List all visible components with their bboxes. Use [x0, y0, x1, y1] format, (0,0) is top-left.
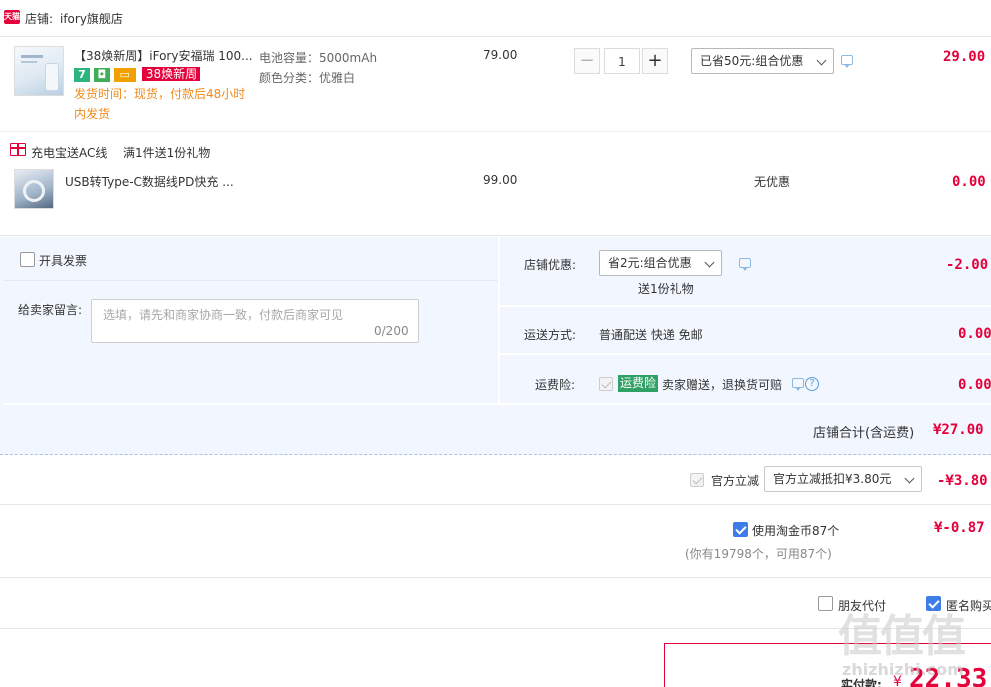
help-icon[interactable]: ?	[805, 377, 819, 391]
invoice-label: 开具发票	[39, 254, 88, 268]
order-options-panel: 开具发票 给卖家留言: 选填，请先和商家协商一致，付款后商家可见 0/200 店…	[0, 237, 991, 455]
gift-product-thumbnail[interactable]	[14, 169, 54, 209]
insurance-checkbox[interactable]	[599, 377, 613, 391]
shop-label: 店铺:	[25, 12, 54, 26]
official-discount-row: 官方立减 官方立减抵扣¥3.80元 -¥3.80	[0, 457, 991, 505]
badge-credit-card-icon: ▭	[113, 68, 136, 82]
coins-checkbox[interactable]	[733, 522, 748, 537]
message-textarea[interactable]: 选填，请先和商家协商一致，付款后商家可见 0/200	[91, 299, 419, 343]
message-counter: 0/200	[374, 324, 409, 338]
shop-total-section: 店铺合计(含运费) ¥27.00	[4, 403, 991, 455]
gift-item-row: USB转Type-C数据线PD快充 ... 99.00 无优惠 0.00	[0, 160, 991, 236]
official-discount-select[interactable]: 官方立减抵扣¥3.80元	[764, 466, 922, 492]
shipping-time-note-cont: 内发货	[74, 107, 111, 121]
shop-discount-label: 店铺优惠:	[524, 258, 577, 272]
invoice-checkbox[interactable]	[20, 252, 35, 267]
gift-unit-price: 99.00	[483, 173, 518, 187]
sku-color: 颜色分类：优雅白	[259, 71, 356, 85]
unit-price: 79.00	[483, 48, 518, 62]
checkout-page: 天猫 店铺: ifory旗舰店 【38焕新周】iFory安福瑞 100... 7…	[0, 0, 991, 687]
tmall-logo-icon: 天猫	[4, 10, 20, 24]
coins-note: (你有19798个，可用87个)	[685, 547, 832, 561]
sku-capacity: 电池容量：5000mAh	[259, 51, 378, 65]
gift-rule: 满1件送1份礼物	[123, 146, 211, 160]
chevron-down-icon	[904, 473, 915, 484]
shop-header: 天猫 店铺: ifory旗舰店	[0, 0, 991, 36]
shop-discount-select-value: 省2元:组合优惠	[608, 256, 692, 270]
badge-promo: 38焕新周	[142, 67, 201, 81]
badge-warranty-icon: ◘	[93, 68, 110, 82]
qty-decrease-button[interactable]: −	[574, 48, 600, 74]
item-subtotal: 29.00	[943, 49, 986, 65]
product-title-link[interactable]: 【38焕新周】iFory安福瑞 100...	[74, 47, 253, 64]
watermark-logo: 值值值	[838, 611, 966, 662]
insurance-desc: 卖家赠送，退换货可赔	[662, 378, 783, 392]
qty-input[interactable]: 1	[604, 48, 640, 74]
chevron-down-icon	[816, 55, 827, 66]
insurance-label: 运费险:	[535, 378, 576, 392]
gift-label: 充电宝送AC线	[31, 146, 108, 160]
coins-label: 使用淘金币87个	[752, 524, 840, 538]
chevron-down-icon	[704, 257, 715, 268]
official-discount-select-value: 官方立减抵扣¥3.80元	[773, 472, 892, 486]
gift-discount-text: 无优惠	[754, 175, 791, 189]
gift-icon	[10, 143, 26, 156]
product-badges: 7 ◘ ▭ 38焕新周	[74, 67, 201, 83]
shipping-time-note: 发货时间：现货，付款后48小时	[74, 87, 246, 101]
watermark-text: zhizhizhi.com	[842, 660, 964, 679]
badge-7day-return: 7	[74, 68, 90, 82]
message-label: 给卖家留言:	[18, 303, 83, 317]
shipping-label: 运送方式:	[524, 328, 577, 342]
insurance-amount: 0.00	[958, 377, 991, 393]
official-discount-label: 官方立减	[711, 474, 760, 488]
friend-pay-checkbox[interactable]	[818, 596, 833, 611]
gift-subtotal: 0.00	[952, 174, 986, 190]
message-icon[interactable]	[739, 258, 751, 271]
shop-discount-select[interactable]: 省2元:组合优惠	[599, 250, 722, 276]
shipping-method: 普通配送 快递 免邮	[599, 328, 703, 342]
shop-discount-amount: -2.00	[946, 257, 989, 273]
product-thumbnail[interactable]	[14, 46, 64, 96]
insurance-tag: 运费险	[618, 375, 659, 392]
coins-row: 使用淘金币87个 (你有19798个，可用87个) ¥-0.87	[0, 506, 991, 578]
shop-discount-section: 店铺优惠: 省2元:组合优惠 送1份礼物 -2.00	[500, 237, 991, 307]
gift-row: 充电宝送AC线 满1件送1份礼物	[0, 134, 991, 160]
gift-product-title-link[interactable]: USB转Type-C数据线PD快充 ...	[65, 173, 234, 190]
discount-select-value: 已省50元:组合优惠	[700, 54, 804, 68]
invoice-section: 开具发票	[4, 237, 498, 281]
official-discount-amount: -¥3.80	[937, 473, 988, 489]
shop-total-label: 店铺合计(含运费)	[813, 426, 915, 441]
shop-gift-note: 送1份礼物	[638, 282, 694, 296]
shipping-section: 运送方式: 普通配送 快递 免邮 0.00	[500, 309, 991, 355]
message-icon[interactable]	[792, 378, 804, 391]
shop-total-amount: ¥27.00	[933, 422, 984, 438]
coins-amount: ¥-0.87	[934, 520, 985, 536]
shop-name-link[interactable]: ifory旗舰店	[60, 10, 123, 27]
insurance-section: 运费险: 运费险 卖家赠送，退换货可赔 ? 0.00	[500, 357, 991, 403]
shipping-amount: 0.00	[958, 326, 991, 342]
qty-increase-button[interactable]: +	[642, 48, 668, 74]
order-item-row: 【38焕新周】iFory安福瑞 100... 7 ◘ ▭ 38焕新周 发货时间：…	[0, 36, 991, 132]
official-discount-checkbox[interactable]	[690, 473, 704, 487]
message-placeholder: 选填，请先和商家协商一致，付款后商家可见	[103, 308, 344, 322]
discount-select[interactable]: 已省50元:组合优惠	[691, 48, 834, 74]
message-icon[interactable]	[841, 55, 853, 68]
